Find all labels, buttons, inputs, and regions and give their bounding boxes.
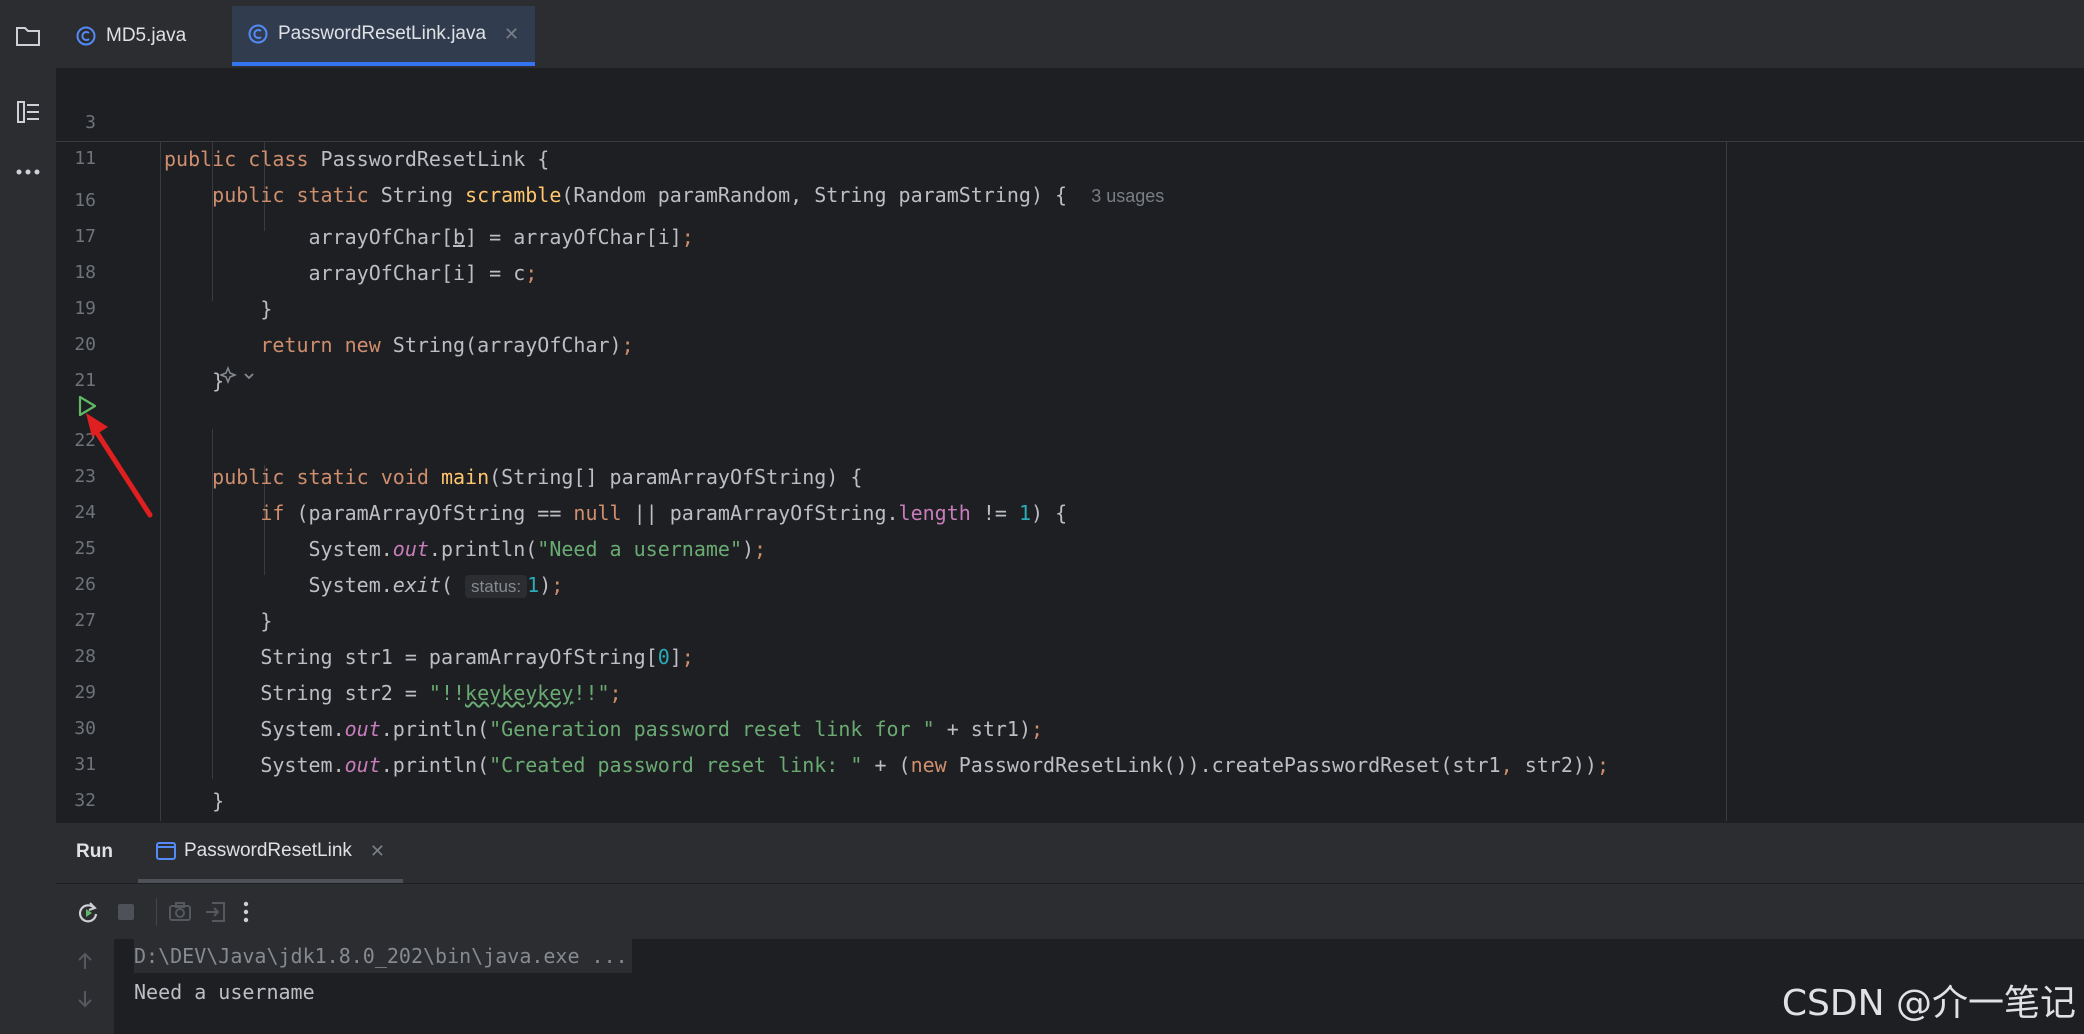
console-output[interactable]: D:\DEV\Java\jdk1.8.0_202\bin\java.exe ..…: [56, 939, 2084, 1034]
arrow-down-icon[interactable]: [76, 989, 94, 1014]
code-line: 29 System.out.println("Generation passwo…: [56, 639, 2084, 741]
code-editor[interactable]: 3 public class PasswordResetLink { 11 pu…: [56, 69, 2084, 849]
run-title: Run: [76, 841, 113, 862]
tab-label: PasswordResetLink.java: [278, 23, 487, 44]
java-class-icon: [248, 24, 268, 44]
project-folder-icon[interactable]: [12, 20, 44, 52]
code-line: 20 }: [56, 291, 2084, 393]
code-line: 32 }: [56, 747, 2084, 849]
run-toolbar: [56, 883, 2084, 941]
tab-label: MD5.java: [106, 25, 187, 46]
structure-icon[interactable]: [12, 96, 44, 128]
editor-tab-bar: MD5.java PasswordResetLink.java ✕: [56, 0, 2084, 69]
arrow-up-icon[interactable]: [76, 951, 94, 976]
console-icon: [156, 842, 176, 860]
line-number: 11: [74, 148, 96, 169]
code-line: 25 System.exit( status: 1);: [56, 495, 2084, 598]
code-line: 26 }: [56, 531, 2084, 633]
activity-bar: [0, 0, 57, 1034]
usages-hint[interactable]: 3 usages: [1091, 186, 1164, 206]
console-command-line[interactable]: D:\DEV\Java\jdk1.8.0_202\bin\java.exe ..…: [134, 939, 632, 973]
java-class-icon: [76, 26, 96, 46]
code-line: 23 if (paramArrayOfString == null || par…: [56, 423, 2084, 525]
run-tab-label: PasswordResetLink: [184, 840, 352, 861]
more-options-icon[interactable]: [242, 900, 250, 929]
stop-icon[interactable]: [118, 904, 134, 920]
code-line: 33: [56, 783, 2084, 847]
code-line: 11 public static String scramble(Random …: [56, 105, 1164, 207]
exit-icon[interactable]: [204, 901, 228, 928]
watermark: CSDN @介一笔记: [1781, 983, 2076, 1024]
code-line: 31 }: [56, 711, 2084, 813]
code-line: 19 return new String(arrayOfChar);: [56, 255, 2084, 357]
run-header: Run PasswordResetLink ✕: [56, 823, 2084, 883]
code-line: 21: [56, 327, 2084, 391]
console-gutter: [56, 939, 114, 1034]
tab-md5[interactable]: MD5.java: [76, 6, 186, 66]
run-tool-window: Run PasswordResetLink ✕ D:\DEV\Java\jdk1…: [56, 822, 2084, 1034]
code-line: 3 public class PasswordResetLink {: [56, 69, 549, 171]
tab-run-config[interactable]: PasswordResetLink ✕: [138, 823, 404, 883]
close-icon[interactable]: ✕: [370, 841, 385, 862]
console-output-line: Need a username: [134, 980, 315, 1004]
camera-icon[interactable]: [168, 901, 192, 928]
toolbar-divider: [156, 898, 157, 926]
rerun-icon[interactable]: [76, 900, 100, 929]
close-icon[interactable]: ✕: [504, 24, 519, 45]
code-line: 30 System.out.println("Created password …: [56, 675, 2084, 777]
code-line: 28 String str2 = "!!keykeykey!!";: [56, 603, 2084, 705]
code-line: 18 }: [56, 219, 2084, 321]
code-line: 24 System.out.println("Need a username")…: [56, 459, 2084, 561]
tab-password-reset-link[interactable]: PasswordResetLink.java ✕: [232, 6, 536, 66]
code-line: 27 String str1 = paramArrayOfString[0];: [56, 567, 2084, 669]
sticky-lines: 3 public class PasswordResetLink { 11 pu…: [56, 69, 2084, 207]
more-icon[interactable]: [12, 156, 44, 188]
code-line: 22 public static void main(String[] para…: [56, 387, 2084, 489]
